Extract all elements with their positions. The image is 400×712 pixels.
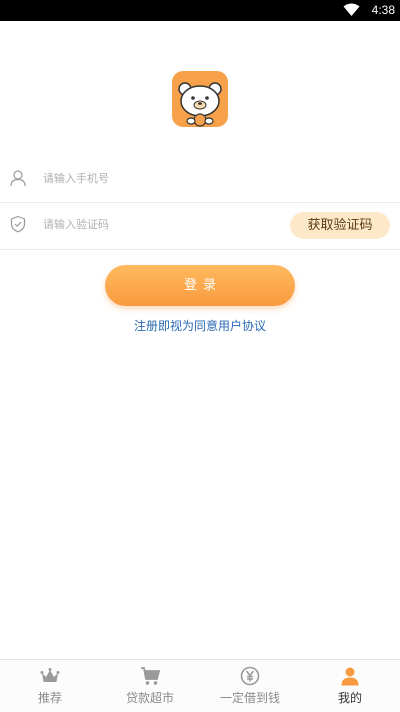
- tab-loan-market[interactable]: 贷款超市: [100, 660, 200, 712]
- tab-label: 推荐: [37, 691, 62, 705]
- bear-logo-icon: [178, 82, 222, 127]
- tab-label: 我的: [337, 691, 362, 705]
- code-field: 获取验证码: [0, 202, 400, 250]
- crown-icon: [40, 668, 60, 682]
- wifi-icon: [343, 3, 360, 16]
- phone-input[interactable]: [43, 167, 243, 189]
- status-time: 4:38: [371, 3, 395, 17]
- user-agreement-link[interactable]: 注册即视为同意用户协议: [0, 317, 400, 334]
- status-bar: 4:38: [0, 0, 400, 21]
- user-outline-icon: [10, 170, 26, 187]
- phone-field: [0, 155, 400, 203]
- bottom-tab-bar: 推荐 贷款超市 一定借到钱 我的: [0, 659, 400, 712]
- shield-check-icon: [10, 215, 26, 233]
- cart-icon: [141, 667, 160, 685]
- tab-guaranteed-loan[interactable]: 一定借到钱: [200, 660, 300, 712]
- yen-icon: [240, 666, 260, 686]
- tab-mine[interactable]: 我的: [300, 660, 400, 712]
- tab-label: 一定借到钱: [219, 691, 280, 705]
- tab-recommend[interactable]: 推荐: [0, 660, 100, 712]
- app-logo: [172, 71, 228, 127]
- tab-label: 贷款超市: [125, 691, 174, 705]
- user-icon: [341, 667, 359, 686]
- get-code-button[interactable]: 获取验证码: [290, 212, 390, 239]
- login-button[interactable]: 登录: [105, 265, 295, 306]
- verification-code-input[interactable]: [43, 213, 243, 235]
